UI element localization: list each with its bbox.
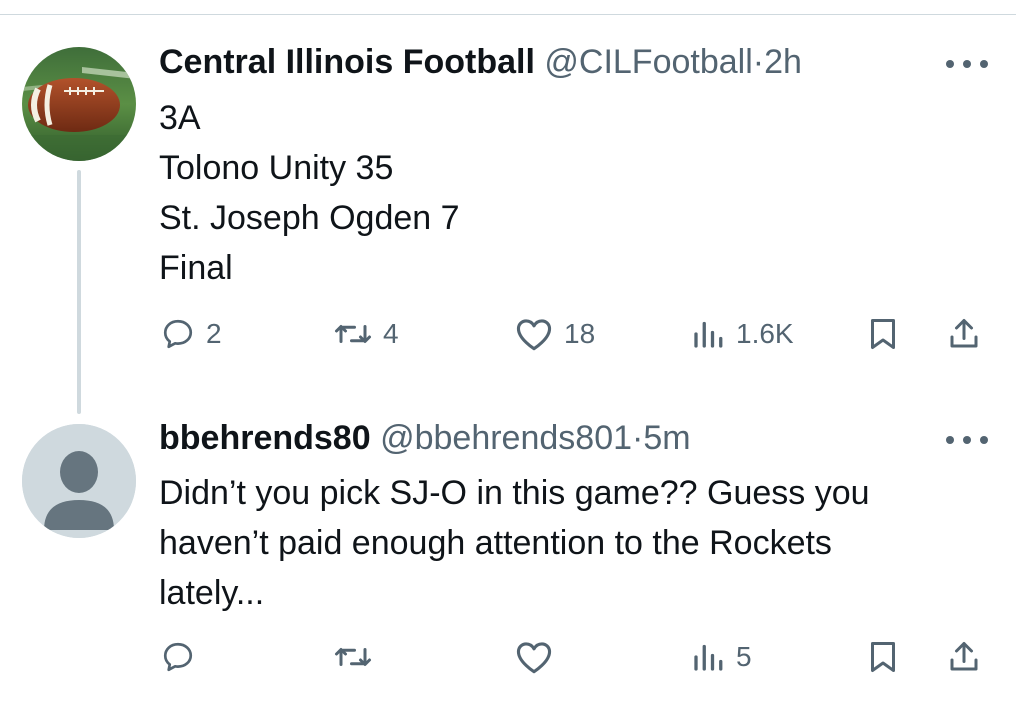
top-divider (0, 14, 1016, 15)
author-handle[interactable]: @bbehrends801 (380, 419, 632, 457)
reply-text-line: lately... (159, 574, 265, 612)
share-icon (950, 319, 978, 348)
reply-count: 2 (206, 318, 222, 349)
views-button[interactable]: 1.6K (690, 309, 794, 359)
tweet-text-line: St. Joseph Ogden 7 (159, 199, 460, 237)
post-time[interactable]: 2h (764, 43, 802, 81)
views-button[interactable]: 5 (690, 632, 752, 682)
tweet-action-bar: 2 4 18 1.6K (0, 309, 1016, 359)
reply-action-bar: 5 (0, 632, 1016, 682)
more-icon[interactable] (946, 432, 988, 448)
like-button[interactable] (514, 632, 554, 682)
retweet-button[interactable] (333, 632, 373, 682)
bookmark-button[interactable] (866, 309, 900, 359)
share-button[interactable] (946, 309, 982, 359)
reply-icon (163, 319, 193, 349)
views-icon (694, 321, 723, 348)
tweet-header: Central Illinois Football @CILFootball·2… (159, 40, 802, 84)
reply-header: bbehrends80 @bbehrends801·5m (159, 416, 691, 460)
share-icon (950, 642, 978, 671)
author-handle[interactable]: @CILFootball (544, 43, 752, 81)
separator-dot: · (752, 43, 765, 81)
views-count: 1.6K (736, 318, 794, 349)
retweet-icon (335, 325, 371, 343)
author-name[interactable]: Central Illinois Football (159, 43, 535, 81)
retweet-icon (335, 648, 371, 666)
more-icon[interactable] (946, 56, 988, 72)
tweet-text-line: 3A (159, 99, 201, 137)
football-avatar[interactable] (22, 47, 136, 161)
post-time[interactable]: 5m (643, 419, 690, 457)
thread-connector-line (77, 170, 81, 414)
reply-text-line: haven’t paid enough attention to the Roc… (159, 524, 832, 562)
like-button[interactable]: 18 (514, 309, 595, 359)
views-icon (694, 644, 723, 671)
reply-icon (163, 642, 193, 672)
like-icon (516, 319, 552, 351)
views-count: 5 (736, 641, 752, 672)
default-avatar[interactable] (22, 424, 136, 538)
reply-text-line: Didn’t you pick SJ-O in this game?? Gues… (159, 474, 870, 512)
tweet-text-line: Tolono Unity 35 (159, 149, 394, 187)
share-button[interactable] (946, 632, 982, 682)
tweet-text-line: Final (159, 249, 233, 287)
reply-button[interactable] (160, 632, 196, 682)
retweet-count: 4 (383, 318, 399, 349)
bookmark-icon (871, 319, 895, 349)
bookmark-button[interactable] (866, 632, 900, 682)
reply-button[interactable]: 2 (160, 309, 222, 359)
football-icon (22, 47, 136, 161)
default-avatar-icon (22, 424, 136, 538)
bookmark-icon (871, 642, 895, 672)
like-icon (516, 642, 552, 674)
author-name[interactable]: bbehrends80 (159, 419, 371, 457)
separator-dot: · (632, 419, 644, 457)
like-count: 18 (564, 318, 596, 349)
retweet-button[interactable]: 4 (333, 309, 399, 359)
